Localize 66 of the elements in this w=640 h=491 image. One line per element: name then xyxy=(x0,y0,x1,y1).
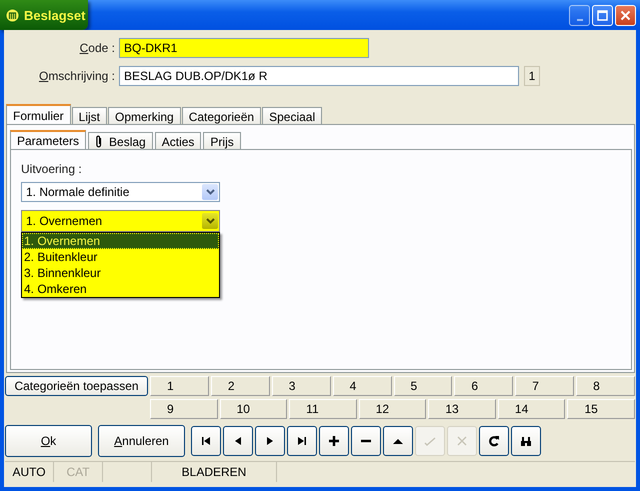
category-button[interactable]: 5 xyxy=(394,376,452,396)
dropdown-option[interactable]: 1. Overnemen xyxy=(22,233,219,249)
first-record-button[interactable] xyxy=(191,426,221,456)
category-button[interactable]: 6 xyxy=(454,376,514,396)
dropdown-option[interactable]: 3. Binnenkleur xyxy=(22,265,219,281)
close-icon xyxy=(619,9,632,22)
check-icon xyxy=(424,435,436,447)
text-field[interactable]: BQ-DKR1 xyxy=(119,38,369,58)
category-button[interactable]: 12 xyxy=(358,399,426,419)
category-button[interactable]: 1 xyxy=(150,376,209,396)
app-icon xyxy=(6,8,19,22)
tab[interactable]: Beslag xyxy=(88,132,153,149)
category-button[interactable]: 7 xyxy=(515,376,574,396)
ok-button[interactable]: Ok xyxy=(5,425,92,457)
tab[interactable]: Lijst xyxy=(72,107,108,124)
tab[interactable]: Opmerking xyxy=(108,107,181,124)
tab[interactable]: Categorieën xyxy=(182,107,262,124)
dropdown[interactable]: 1. Normale definitie xyxy=(21,182,220,202)
category-button[interactable]: 14 xyxy=(498,399,566,419)
minus-button[interactable] xyxy=(351,426,381,456)
up-arrow-button[interactable] xyxy=(383,426,413,456)
status-panel: AUTO xyxy=(5,462,54,482)
status-panel: BLADEREN xyxy=(152,462,277,482)
refresh-icon xyxy=(488,435,500,447)
binoculars-button[interactable] xyxy=(511,426,541,456)
category-button[interactable]: 10 xyxy=(220,399,288,419)
close-button[interactable] xyxy=(615,5,636,26)
first-record-icon xyxy=(200,435,212,447)
cancel-button[interactable]: Annuleren xyxy=(98,425,185,457)
category-button[interactable]: 11 xyxy=(289,399,357,419)
minimize-icon xyxy=(576,18,582,20)
status-panel: CAT xyxy=(54,462,103,482)
field-label: Uitvoering : xyxy=(21,162,82,176)
category-button[interactable]: 4 xyxy=(332,376,392,396)
previous-button[interactable] xyxy=(223,426,253,456)
apply-categories-button[interactable]: Categorieën toepassen xyxy=(5,376,148,396)
tab[interactable]: Speciaal xyxy=(262,107,322,124)
next-button[interactable] xyxy=(255,426,285,456)
dropdown-option[interactable]: 2. Buitenkleur xyxy=(22,249,219,265)
category-button[interactable]: 13 xyxy=(428,399,496,419)
dropdown[interactable]: 1. Overnemen xyxy=(21,210,220,232)
counter-box: 1 xyxy=(524,66,540,86)
tab[interactable]: Acties xyxy=(154,132,202,149)
maximize-button[interactable] xyxy=(592,5,613,26)
category-button[interactable]: 15 xyxy=(567,399,636,419)
last-record-button[interactable] xyxy=(287,426,317,456)
plus-icon xyxy=(328,435,340,447)
category-button[interactable]: 9 xyxy=(150,399,218,419)
dropdown-option[interactable]: 4. Omkeren xyxy=(22,281,219,297)
paperclip-icon xyxy=(95,135,104,148)
last-record-icon xyxy=(296,435,308,447)
category-button[interactable]: 3 xyxy=(272,376,331,396)
category-button[interactable]: 8 xyxy=(576,376,635,396)
tab[interactable]: Parameters xyxy=(10,130,86,149)
cross-icon xyxy=(456,435,468,447)
maximize-icon xyxy=(596,9,609,22)
window-title: Beslagset xyxy=(24,8,86,22)
plus-button[interactable] xyxy=(319,426,349,456)
tab[interactable]: Formulier xyxy=(6,104,71,124)
binoculars-icon xyxy=(520,435,532,447)
field-label: Code : xyxy=(78,41,116,55)
category-button[interactable]: 2 xyxy=(210,376,270,396)
field-label: Omschrijving : xyxy=(38,69,116,83)
text-field[interactable]: BESLAG DUB.OP/DK1ø R xyxy=(119,66,519,86)
tab[interactable]: Prijs xyxy=(203,132,241,149)
refresh-button[interactable] xyxy=(479,426,509,456)
